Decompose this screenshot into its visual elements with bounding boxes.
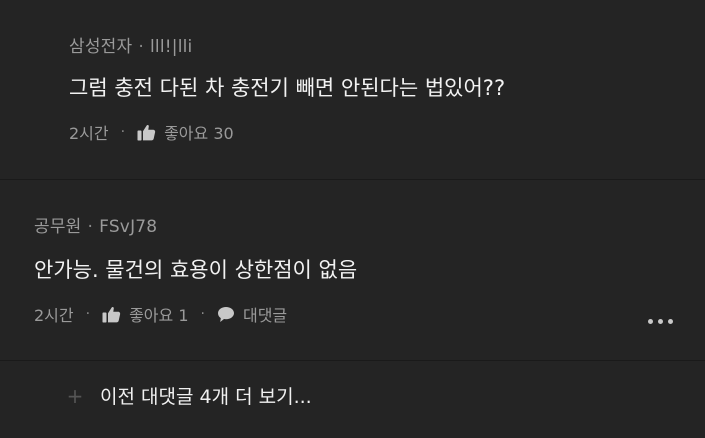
divider [0,360,705,361]
comment-item: 삼성전자 · lll!|lli 그럼 충전 다된 차 충전기 빼면 안된다는 법있어… [0,0,705,179]
comment-text: 안가능. 물건의 효용이 상한점이 없음 [34,258,358,282]
thumbs-up-icon [137,124,156,141]
meta-separator: · [87,217,94,237]
reply-button[interactable]: 대댓글 [217,302,287,326]
action-separator: · [85,306,91,322]
author-name[interactable]: FSvJ78 [99,217,157,237]
load-more-replies-button[interactable]: + 이전 대댓글 4개 더 보기... [60,382,312,409]
thumbs-up-icon [102,306,121,323]
action-separator: · [120,124,126,140]
comment-text: 그럼 충전 다된 차 충전기 빼면 안된다는 법있어?? [69,76,506,100]
comment-time: 2시간 [34,306,74,325]
like-button[interactable]: 좋아요 1 [102,302,189,326]
like-count: 좋아요 30 [164,124,234,143]
reply-label: 대댓글 [242,306,288,325]
like-button[interactable]: 좋아요 30 [137,120,234,144]
more-dots-icon [657,318,663,324]
author-name[interactable]: lll!|lli [150,37,192,57]
author-category: 공무원 [34,217,82,237]
more-options-button[interactable] [640,309,680,333]
comment-meta: 공무원 · FSvJ78 [34,212,157,237]
plus-icon: + [66,383,84,408]
like-count: 좋아요 1 [129,306,189,325]
comment-meta: 삼성전자 · lll!|lli [69,32,192,57]
more-dots-icon [647,318,653,324]
comment-item: 공무원 · FSvJ78 안가능. 물건의 효용이 상한점이 없음 2시간 · 좋아… [0,180,705,360]
comment-actions: 2시간 · 좋아요 1 · 대댓글 [34,302,287,326]
comment-actions: 2시간 · 좋아요 30 [69,120,234,144]
action-separator: · [200,306,205,322]
speech-bubble-icon [217,306,235,323]
more-dots-icon [667,318,673,324]
load-more-label: 이전 대댓글 4개 더 보기... [100,386,312,408]
author-category: 삼성전자 [69,37,133,57]
meta-separator: · [138,37,144,57]
comment-time: 2시간 [69,124,109,143]
